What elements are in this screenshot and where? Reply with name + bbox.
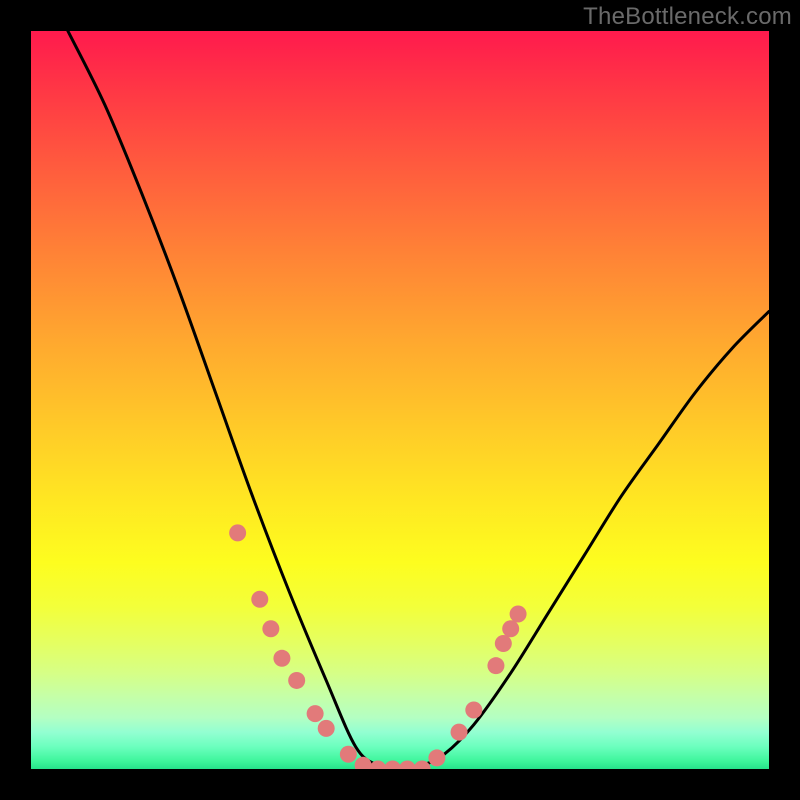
plot-area	[31, 31, 769, 769]
marker-dot	[355, 757, 372, 769]
highlight-markers	[229, 524, 526, 769]
marker-dot	[487, 657, 504, 674]
marker-dot	[384, 761, 401, 770]
bottleneck-curve	[68, 31, 769, 769]
marker-dot	[495, 635, 512, 652]
marker-dot	[229, 524, 246, 541]
marker-dot	[273, 650, 290, 667]
marker-dot	[502, 620, 519, 637]
chart-svg	[31, 31, 769, 769]
marker-dot	[451, 724, 468, 741]
marker-dot	[465, 701, 482, 718]
marker-dot	[288, 672, 305, 689]
marker-dot	[251, 591, 268, 608]
marker-dot	[318, 720, 335, 737]
marker-dot	[428, 749, 445, 766]
marker-dot	[262, 620, 279, 637]
watermark-text: TheBottleneck.com	[583, 3, 792, 31]
marker-dot	[510, 606, 527, 623]
marker-dot	[399, 761, 416, 770]
chart-frame: TheBottleneck.com	[0, 0, 800, 800]
marker-dot	[307, 705, 324, 722]
marker-dot	[340, 746, 357, 763]
